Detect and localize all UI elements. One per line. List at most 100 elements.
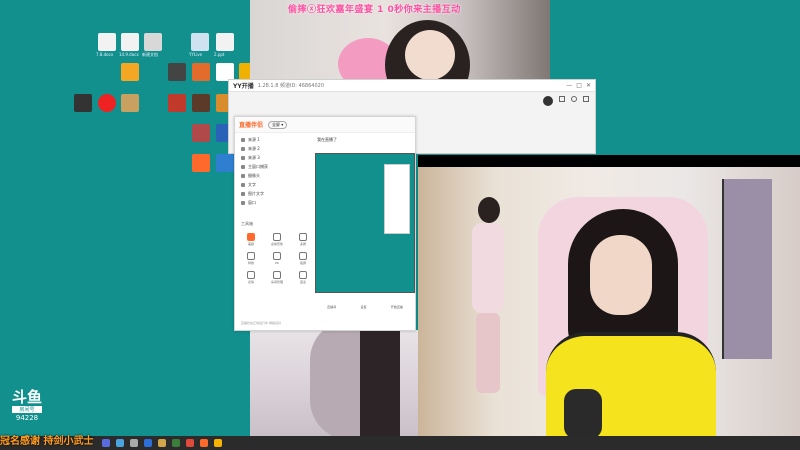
tool-button[interactable]: 连麦 bbox=[291, 271, 315, 284]
tool-button[interactable]: 房间管理 bbox=[265, 271, 289, 284]
yy-logo: YY开播 bbox=[233, 83, 254, 90]
taskbar-app-icon[interactable] bbox=[102, 439, 110, 447]
microphone bbox=[564, 389, 602, 438]
stream-title: 我在直播了 bbox=[317, 137, 337, 142]
yy-titlebar[interactable]: YY开播 1.28.1.8 频道ID: 46864020 — □ ✕ bbox=[229, 80, 595, 92]
tool-button[interactable]: PK bbox=[265, 252, 289, 265]
app-icon[interactable] bbox=[192, 63, 210, 81]
room-background bbox=[418, 167, 800, 438]
taskbar-app-icon[interactable] bbox=[214, 439, 222, 447]
app-title-row: 我在直播了 bbox=[317, 137, 337, 143]
tool-icon bbox=[299, 252, 307, 260]
yy-toolbar-right bbox=[543, 96, 589, 106]
footer-button[interactable]: 直播间 bbox=[327, 305, 336, 309]
document-icon[interactable] bbox=[121, 33, 139, 51]
taskbar-app-icon[interactable] bbox=[200, 439, 208, 447]
tool-button[interactable]: 虚拟形象 bbox=[265, 233, 289, 246]
settings-icon[interactable] bbox=[571, 96, 577, 102]
source-item[interactable]: 来源 2 bbox=[235, 144, 313, 153]
source-icon bbox=[241, 173, 245, 178]
app-logo: 直播伴侣 bbox=[239, 122, 264, 129]
child-body bbox=[472, 223, 504, 313]
douyu-logo: 斗鱼 房间号 94228 bbox=[12, 390, 43, 422]
source-icon bbox=[241, 137, 245, 142]
source-label: 来源 3 bbox=[248, 154, 260, 160]
document-icon[interactable] bbox=[216, 33, 234, 51]
source-icon bbox=[241, 146, 245, 151]
app-icon[interactable] bbox=[216, 154, 234, 172]
taskbar-app-icon[interactable] bbox=[116, 439, 124, 447]
source-item[interactable]: 来源 1 bbox=[235, 135, 313, 144]
app-icon[interactable] bbox=[192, 154, 210, 172]
app-icon[interactable] bbox=[191, 33, 209, 51]
desktop-label: YYLive bbox=[189, 52, 203, 57]
document-icon[interactable] bbox=[98, 33, 116, 51]
source-label: 文字 bbox=[248, 181, 256, 187]
tool-label: 虚拟形象 bbox=[270, 242, 283, 246]
tool-icon bbox=[273, 271, 281, 279]
close-icon[interactable]: ✕ bbox=[586, 82, 591, 89]
footer-button[interactable]: 设置 bbox=[360, 305, 366, 309]
app-icon[interactable] bbox=[98, 94, 116, 112]
app-icon[interactable] bbox=[168, 94, 186, 112]
tool-button[interactable]: 截屏 bbox=[291, 252, 315, 265]
tool-icon bbox=[273, 252, 281, 260]
source-label: 来源 1 bbox=[248, 136, 260, 142]
tool-icon bbox=[247, 233, 255, 241]
source-item[interactable]: 图片文字 bbox=[235, 189, 313, 198]
taskbar-app-icon[interactable] bbox=[130, 439, 138, 447]
webcam-view bbox=[418, 155, 800, 438]
tool-label: 美颜 bbox=[247, 242, 254, 246]
source-icon bbox=[241, 155, 245, 160]
tool-button[interactable]: 特效 bbox=[239, 252, 263, 265]
app-icon[interactable] bbox=[168, 63, 186, 81]
tool-grid: 美颜 虚拟形象 多屏 特效 PK 截屏 表情 房间管理 连麦 bbox=[239, 233, 315, 284]
source-item[interactable]: 文字 bbox=[235, 180, 313, 189]
app-icon[interactable] bbox=[192, 124, 210, 142]
taskbar-app-icon[interactable] bbox=[144, 439, 152, 447]
source-label: 图片文字 bbox=[248, 190, 264, 196]
source-item[interactable]: 摄像头 bbox=[235, 171, 313, 180]
tool-button[interactable]: 美颜 bbox=[239, 233, 263, 246]
streaming-app-window[interactable]: 直播伴侣 全屏 ▾ 来源 1 来源 2 来源 3 主窗口捕获 摄像头 文字 图片… bbox=[234, 116, 416, 331]
face-shape bbox=[405, 30, 455, 80]
app-icon[interactable] bbox=[144, 33, 162, 51]
tool-icon bbox=[247, 252, 255, 260]
source-list: 来源 1 来源 2 来源 3 主窗口捕获 摄像头 文字 图片文字 窗口 bbox=[235, 135, 313, 207]
app-icon[interactable] bbox=[121, 63, 139, 81]
start-stream-button[interactable]: 开始直播 bbox=[391, 305, 403, 309]
stream-preview bbox=[315, 153, 415, 293]
taskbar-app-icon[interactable] bbox=[186, 439, 194, 447]
minimize-icon[interactable]: — bbox=[566, 82, 572, 89]
source-label: 摄像头 bbox=[248, 172, 260, 178]
tool-label: 截屏 bbox=[299, 261, 306, 265]
tool-button[interactable]: 表情 bbox=[239, 271, 263, 284]
maximize-icon[interactable]: □ bbox=[576, 82, 582, 89]
taskbar-app-icon[interactable] bbox=[172, 439, 180, 447]
taskbar-app-icon[interactable] bbox=[158, 439, 166, 447]
source-label: 窗口 bbox=[248, 199, 256, 205]
source-item[interactable]: 主窗口捕获 bbox=[235, 162, 313, 171]
app-icon[interactable] bbox=[74, 94, 92, 112]
blur-shape bbox=[360, 330, 400, 438]
tool-icon bbox=[299, 233, 307, 241]
top-stream-video: 偷摔ⓧ狂欢嘉年盛宴 1 0秒你来主播互动 bbox=[250, 0, 550, 80]
room-tag: 房间号 bbox=[12, 406, 43, 413]
streamer-face bbox=[590, 235, 652, 315]
tool-button[interactable]: 多屏 bbox=[291, 233, 315, 246]
source-item[interactable]: 窗口 bbox=[235, 198, 313, 207]
mode-dropdown[interactable]: 全屏 ▾ bbox=[268, 120, 288, 129]
tool-icon bbox=[273, 233, 281, 241]
window-controls: — □ ✕ bbox=[566, 82, 591, 89]
app-header: 直播伴侣 全屏 ▾ bbox=[235, 117, 415, 133]
app-icon[interactable] bbox=[121, 94, 139, 112]
tool-label: 特效 bbox=[247, 261, 254, 265]
source-item[interactable]: 来源 3 bbox=[235, 153, 313, 162]
yy-version: 1.28.1.8 频道ID: 46864020 bbox=[257, 83, 325, 89]
avatar[interactable] bbox=[543, 96, 553, 106]
room-number: 94228 bbox=[15, 414, 39, 422]
app-icon[interactable] bbox=[192, 94, 210, 112]
tool-label: PK bbox=[275, 261, 279, 265]
share-icon[interactable] bbox=[583, 96, 589, 102]
message-icon[interactable] bbox=[559, 96, 565, 102]
